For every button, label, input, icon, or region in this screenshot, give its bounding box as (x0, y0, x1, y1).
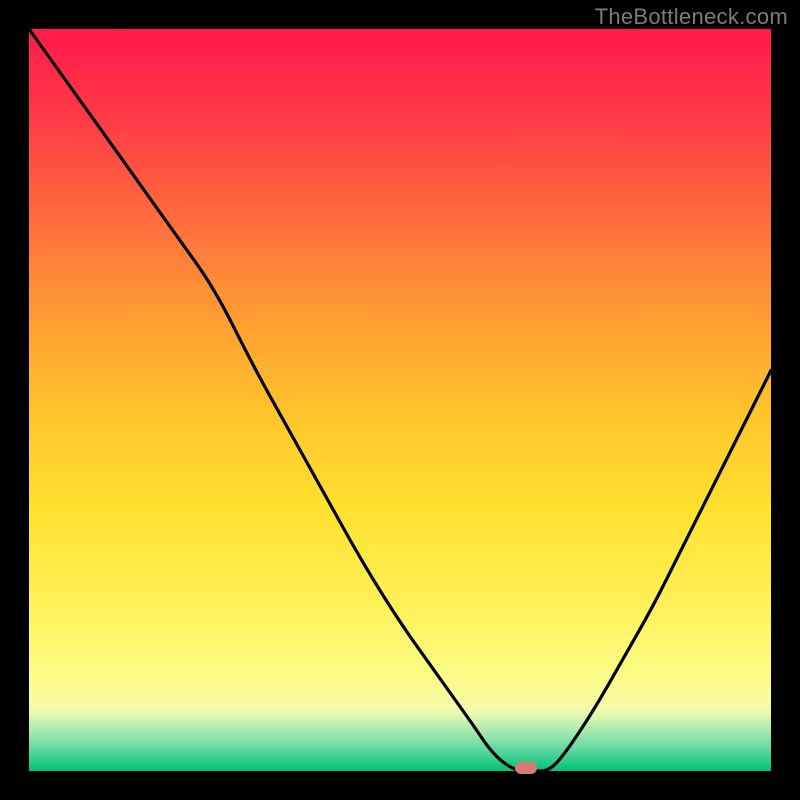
min-marker (515, 762, 537, 774)
chart-frame: TheBottleneck.com (0, 0, 800, 800)
plot-area (29, 29, 771, 771)
bottleneck-curve (29, 29, 771, 771)
watermark-label: TheBottleneck.com (595, 4, 788, 30)
